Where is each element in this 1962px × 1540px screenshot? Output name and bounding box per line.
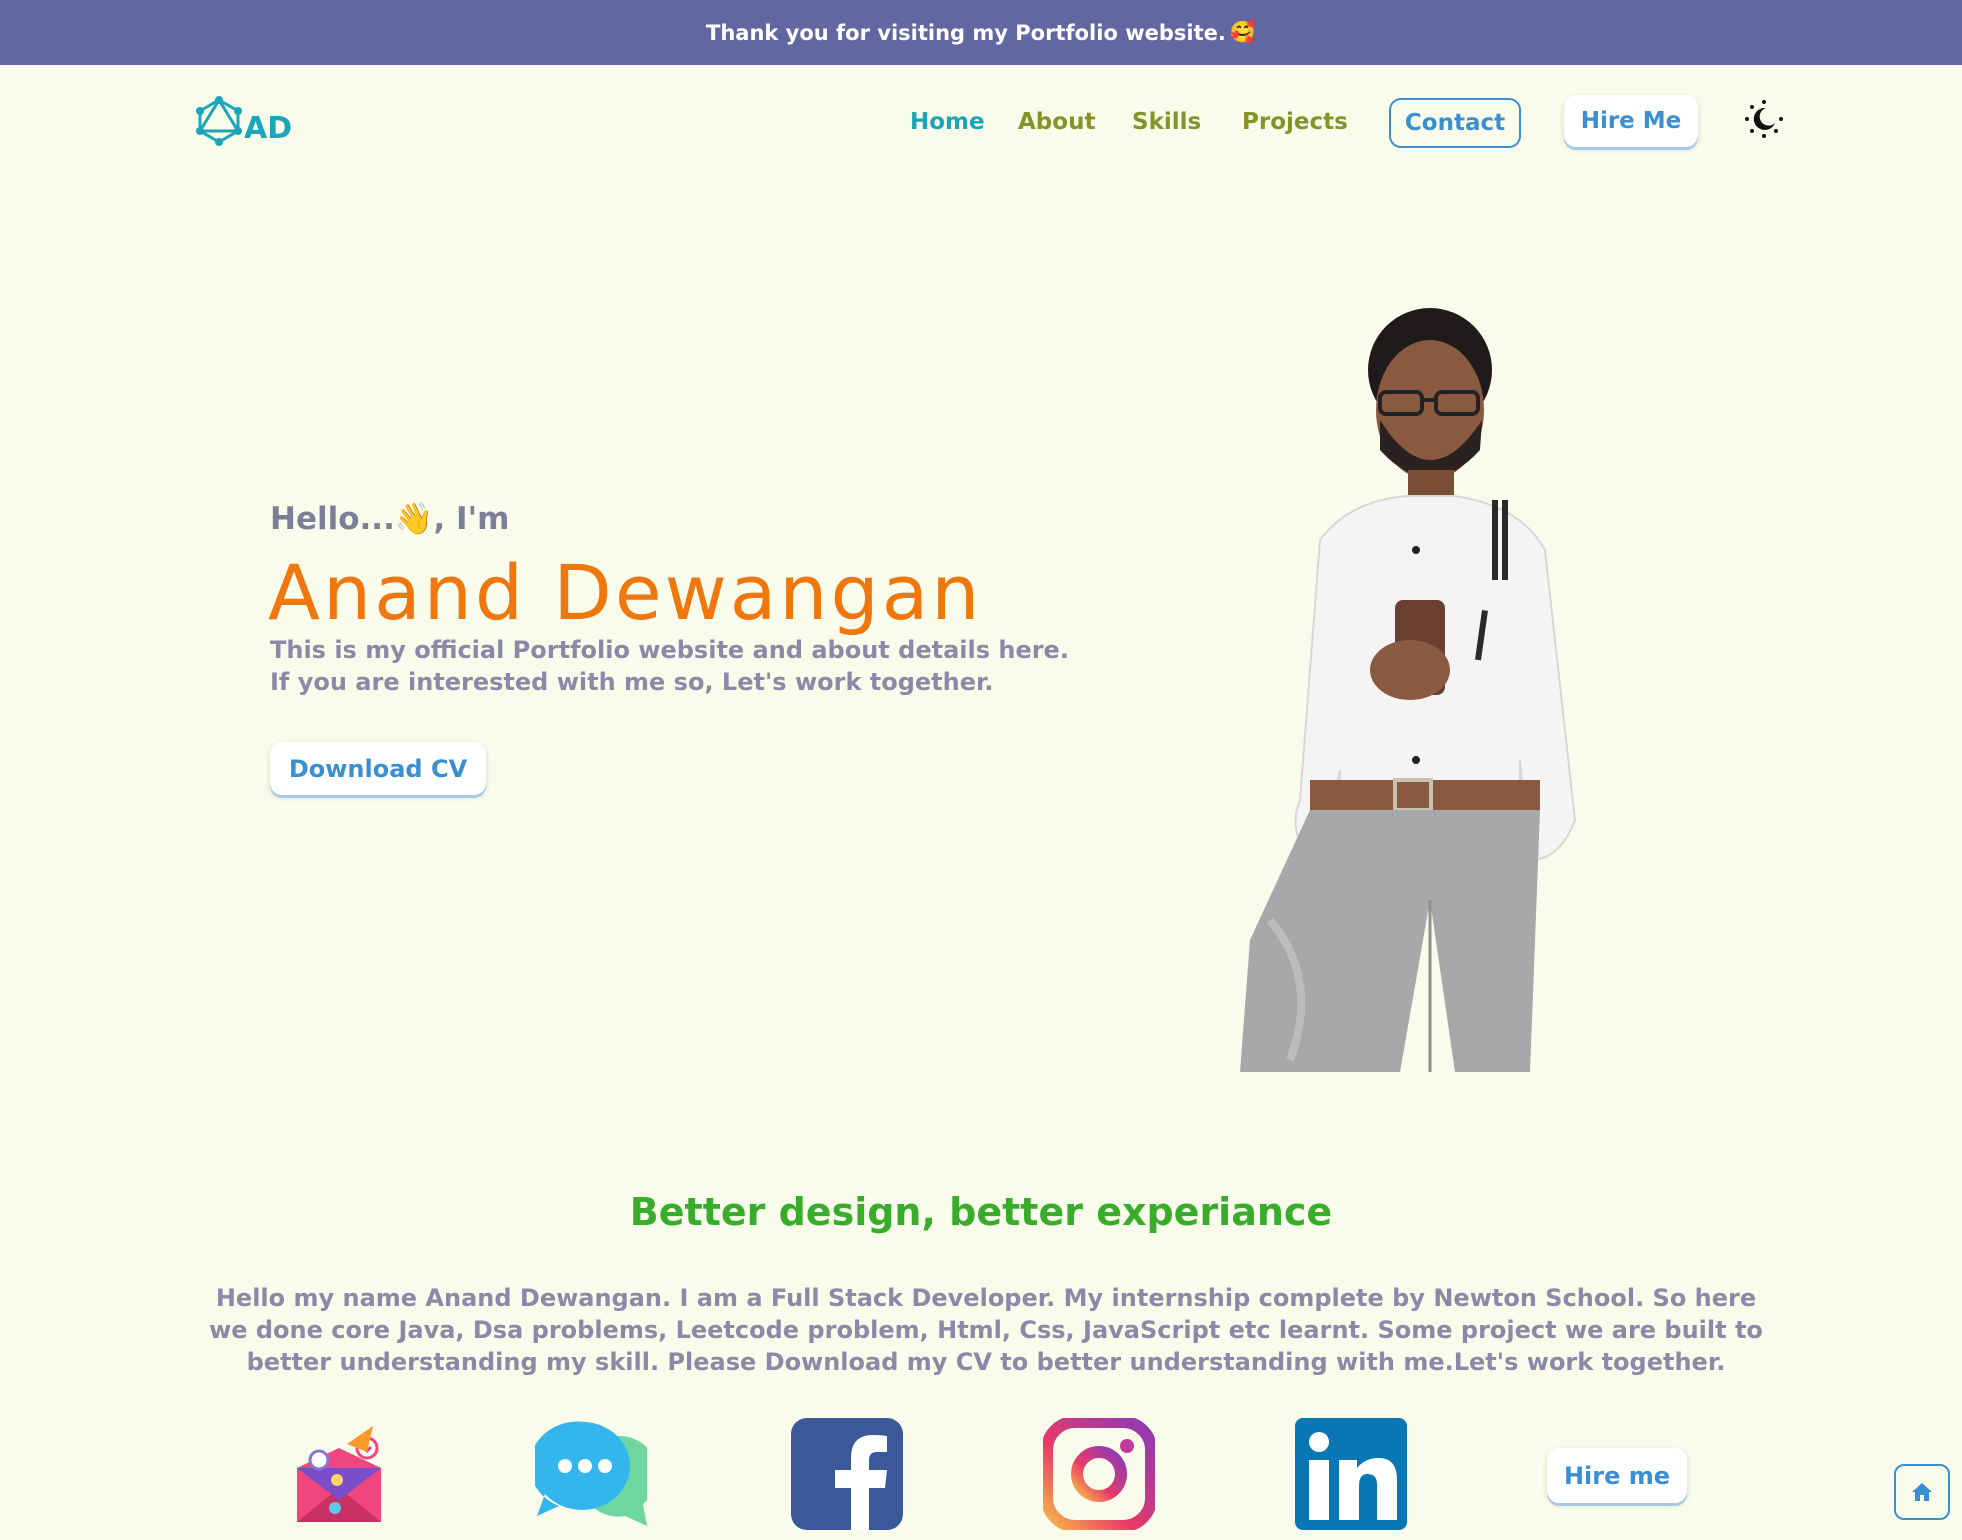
nav-link-skills[interactable]: Skills — [1132, 109, 1201, 135]
announcement-banner: Thank you for visiting my Portfolio webs… — [0, 0, 1962, 65]
waving-hand-icon: 👋 — [394, 501, 434, 537]
nav-link-about[interactable]: About — [1018, 109, 1095, 135]
hero-intro: This is my official Portfolio website an… — [270, 636, 1069, 696]
greeting-text: Hello... — [270, 501, 395, 537]
section-tagline: Better design, better experiance — [629, 1190, 1333, 1234]
hero-name: Anand Dewangan — [268, 548, 983, 637]
home-icon — [1912, 1483, 1932, 1501]
main-nav: Home About Skills Projects Contact Hire … — [0, 95, 1962, 148]
about-paragraph: Hello my name Anand Dewangan. I am a Ful… — [209, 1284, 1763, 1376]
linkedin-icon[interactable] — [1295, 1418, 1407, 1530]
chat-icon[interactable] — [535, 1418, 647, 1530]
banner-emoji: 🥰 — [1229, 20, 1256, 44]
instagram-icon[interactable] — [1043, 1418, 1155, 1530]
contact-button[interactable]: Contact — [1389, 98, 1521, 148]
profile-photo — [1240, 308, 1577, 1072]
moon-sun-icon[interactable] — [1744, 99, 1784, 139]
greeting-suffix: , I'm — [433, 501, 510, 537]
mail-icon[interactable] — [283, 1418, 395, 1530]
hire-me-footer-button[interactable]: Hire me — [1547, 1448, 1687, 1503]
scroll-to-top-button[interactable] — [1894, 1464, 1950, 1520]
nav-link-home[interactable]: Home — [910, 109, 985, 135]
download-cv-button[interactable]: Download CV — [270, 742, 486, 795]
hero-greeting: Hello...👋, I'm — [270, 500, 509, 537]
hire-me-button[interactable]: Hire Me — [1564, 95, 1698, 147]
banner-text: Thank you for visiting my Portfolio webs… — [706, 20, 1226, 45]
facebook-icon[interactable] — [791, 1418, 903, 1530]
nav-link-projects[interactable]: Projects — [1242, 109, 1348, 135]
